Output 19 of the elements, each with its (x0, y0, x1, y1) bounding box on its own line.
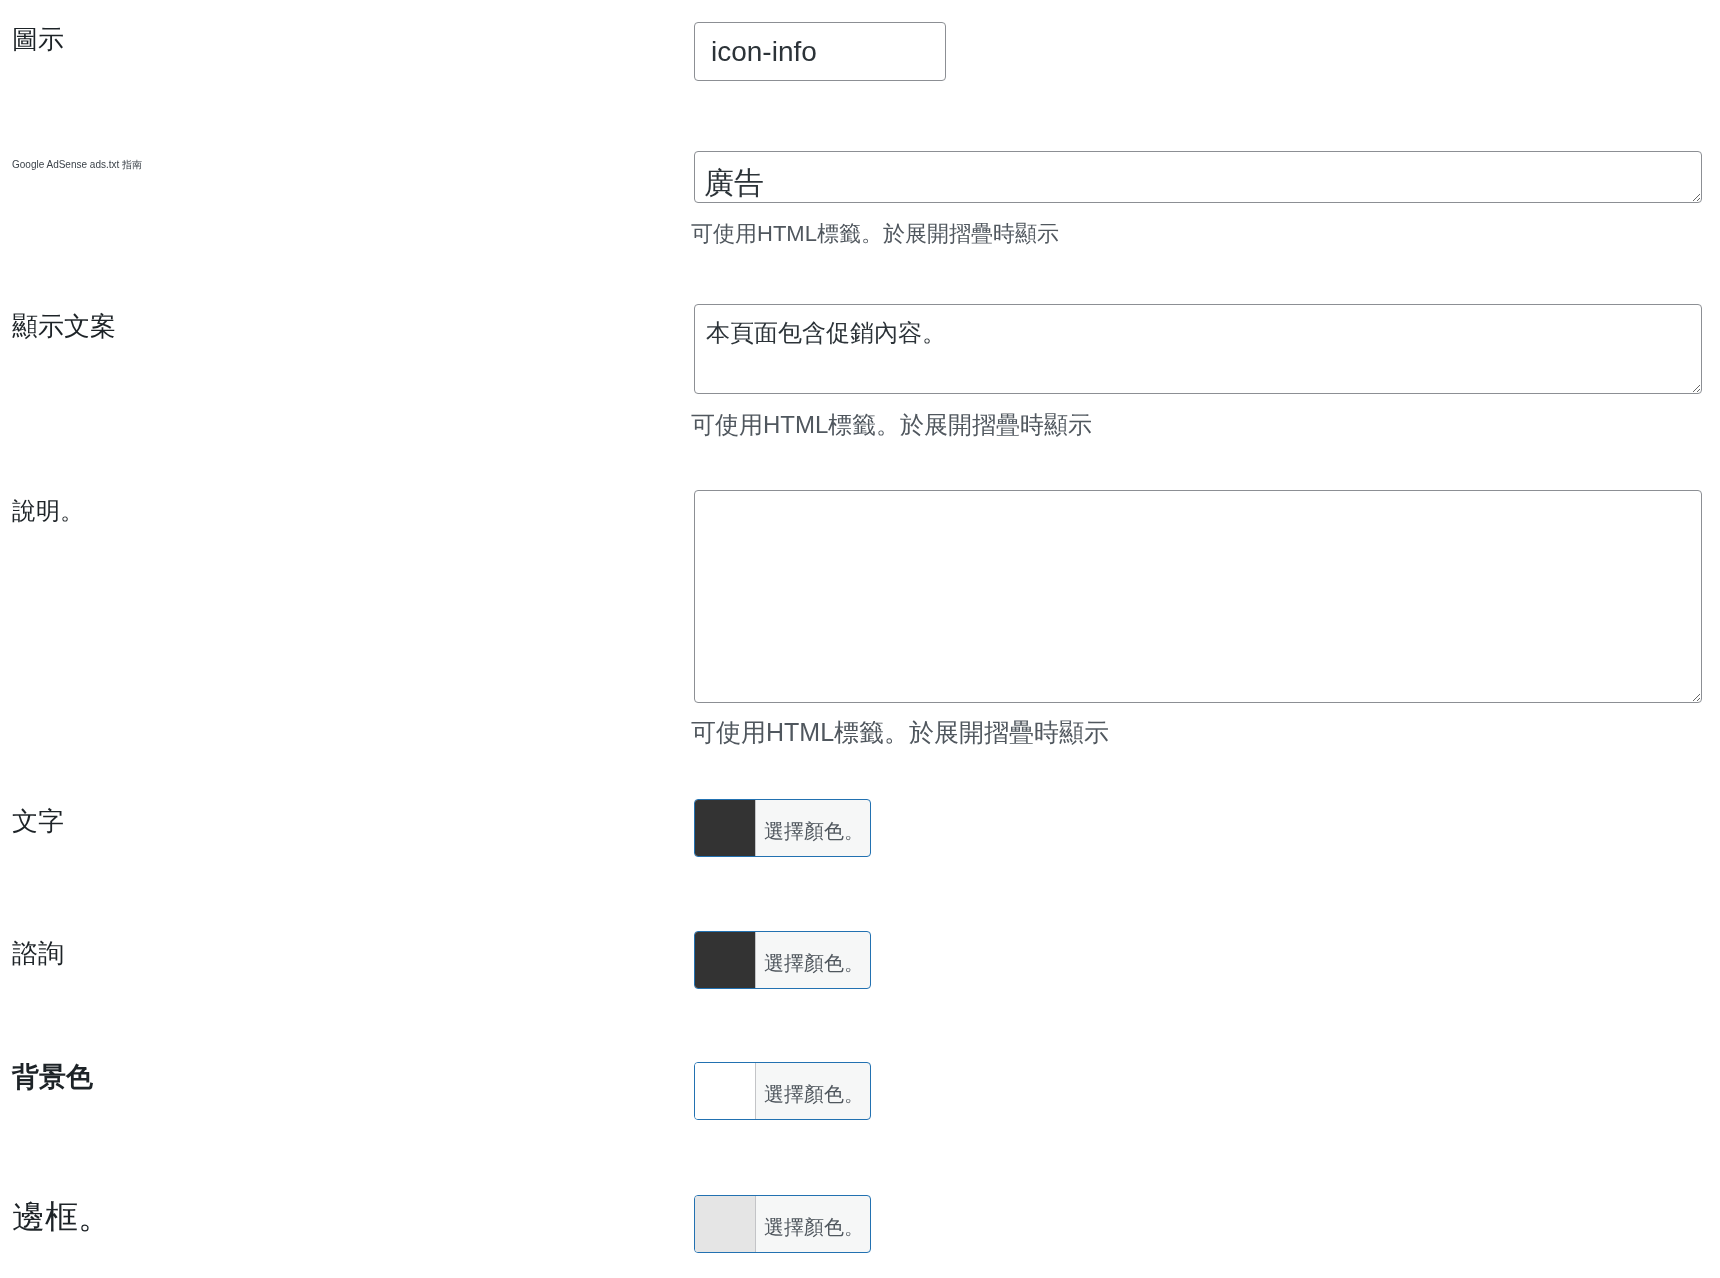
textarea-field[interactable]: 本頁面包含促銷內容。 (694, 304, 1702, 394)
textarea-field[interactable]: 廣告 (694, 151, 1702, 203)
textarea-field[interactable] (694, 490, 1702, 703)
color-picker-button[interactable]: 選擇顏色。 (694, 1062, 871, 1120)
color-picker-button[interactable]: 選擇顏色。 (694, 1195, 871, 1253)
color-picker-button[interactable]: 選擇顏色。 (694, 931, 871, 989)
field-label: 文字 (12, 805, 64, 838)
color-picker-button[interactable]: 選擇顏色。 (694, 799, 871, 857)
field-label: 說明。 (12, 496, 84, 526)
help-text: 可使用HTML標籤。於展開摺疊時顯示 (691, 717, 1110, 748)
field-label: 邊框。 (12, 1197, 111, 1237)
help-text: 可使用HTML標籤。於展開摺疊時顯示 (691, 410, 1093, 440)
field-label: 圖示 (12, 23, 64, 56)
field-label: 諮詢 (12, 937, 64, 970)
text-input[interactable]: icon-info (694, 22, 946, 81)
field-label: Google AdSense ads.txt 指南 (12, 158, 143, 172)
field-label: 背景色 (12, 1061, 93, 1094)
field-label: 顯示文案 (12, 310, 116, 343)
help-text: 可使用HTML標籤。於展開摺疊時顯示 (691, 220, 1059, 248)
